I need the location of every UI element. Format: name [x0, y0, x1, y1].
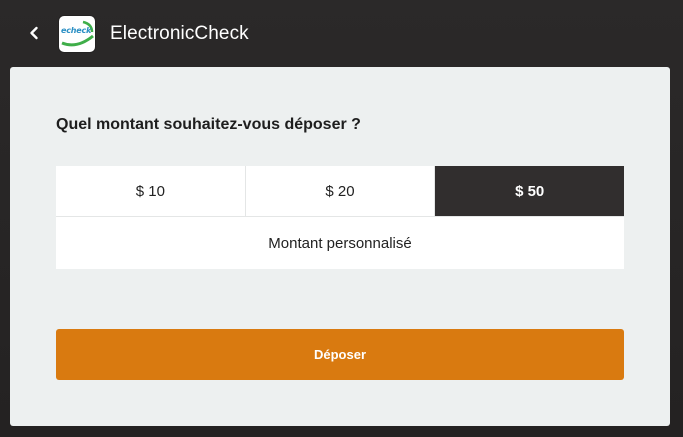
amount-option-10[interactable]: $ 10: [56, 166, 246, 216]
app-logo: echeck: [59, 16, 95, 52]
deposit-question: Quel montant souhaitez-vous déposer ?: [56, 116, 361, 133]
amount-option-20[interactable]: $ 20: [245, 166, 436, 216]
amount-option-50[interactable]: $ 50: [435, 166, 625, 216]
back-button[interactable]: [24, 22, 44, 44]
amount-options: $ 10 $ 20 $ 50 Montant personnalisé: [56, 166, 625, 269]
app-title: ElectronicCheck: [110, 23, 249, 44]
logo-text: echeck: [61, 26, 92, 35]
chevron-left-icon: [30, 26, 38, 40]
preset-amount-row: $ 10 $ 20 $ 50: [56, 166, 625, 217]
top-bar: echeck ElectronicCheck: [0, 0, 683, 67]
deposit-button[interactable]: Déposer: [56, 329, 624, 380]
deposit-panel: Quel montant souhaitez-vous déposer ? $ …: [10, 67, 670, 426]
custom-amount-button[interactable]: Montant personnalisé: [56, 217, 624, 269]
